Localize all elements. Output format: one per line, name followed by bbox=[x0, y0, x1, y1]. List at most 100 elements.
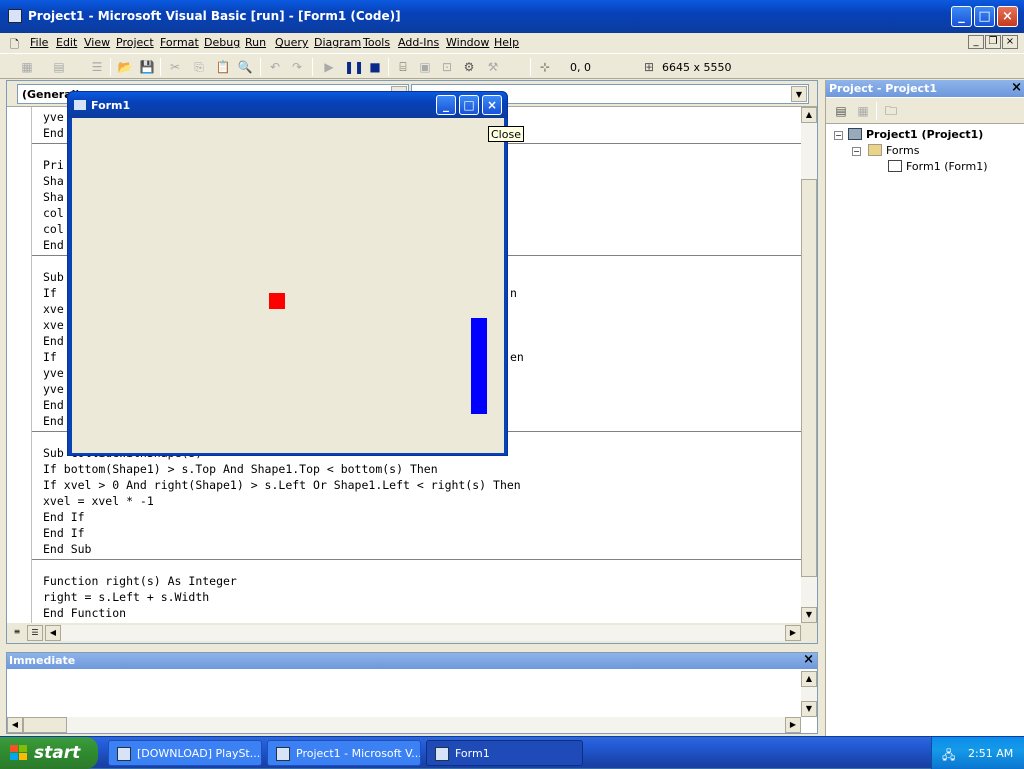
add-project-icon[interactable]: ▦ bbox=[18, 58, 36, 76]
redo-icon[interactable]: ↷ bbox=[288, 58, 306, 76]
menu-view[interactable]: View bbox=[84, 36, 110, 49]
taskbar-item-download[interactable]: [DOWNLOAD] PlaySt... bbox=[108, 740, 262, 766]
tree-item-project-label: Project1 (Project1) bbox=[866, 128, 984, 141]
network-icon[interactable]: 🖧 bbox=[942, 746, 958, 762]
immediate-vertical-scrollbar[interactable]: ▲ ▼ bbox=[801, 671, 817, 717]
scroll-thumb[interactable] bbox=[23, 717, 67, 733]
code-line: xvel = xvel * -1 bbox=[43, 494, 154, 508]
form1-title: Form1 bbox=[91, 99, 131, 112]
form1-client-area[interactable] bbox=[72, 118, 504, 453]
find-icon[interactable]: 🔍 bbox=[236, 58, 254, 76]
properties-icon[interactable]: ▣ bbox=[416, 58, 434, 76]
project-icon bbox=[848, 128, 862, 140]
view-object-icon[interactable]: ▦ bbox=[854, 102, 872, 120]
add-form-icon[interactable]: ▤ bbox=[50, 58, 68, 76]
toggle-folders-icon[interactable]: 🗀 bbox=[882, 102, 900, 120]
close-icon[interactable]: × bbox=[803, 652, 814, 667]
start-button[interactable]: start bbox=[0, 737, 98, 769]
tree-item-project[interactable]: Project1 (Project1) bbox=[848, 128, 983, 141]
scroll-down-button[interactable]: ▼ bbox=[801, 701, 817, 717]
code-line: Pri bbox=[43, 158, 64, 172]
procedure-view-icon[interactable]: ≡ bbox=[9, 625, 25, 641]
menu-file[interactable]: File bbox=[30, 36, 48, 49]
scroll-down-button[interactable]: ▼ bbox=[801, 607, 817, 623]
scroll-up-button[interactable]: ▲ bbox=[801, 671, 817, 687]
scroll-right-button[interactable]: ▶ bbox=[785, 625, 801, 641]
code-line: Function right(s) As Integer bbox=[43, 574, 237, 588]
toolbox-icon[interactable]: ⚒ bbox=[484, 58, 502, 76]
menu-tools[interactable]: Tools bbox=[363, 36, 390, 49]
menu-window[interactable]: Window bbox=[446, 36, 489, 49]
close-tooltip: Close bbox=[488, 126, 524, 142]
break-icon[interactable]: ❚❚ bbox=[344, 58, 364, 76]
minimize-button[interactable]: _ bbox=[436, 95, 456, 115]
menu-project[interactable]: Project bbox=[116, 36, 154, 49]
object-browser-icon[interactable]: ⚙ bbox=[460, 58, 478, 76]
code-horizontal-scrollbar[interactable]: ◀ ▶ bbox=[45, 625, 801, 641]
scroll-up-button[interactable]: ▲ bbox=[801, 107, 817, 123]
open-project-icon[interactable]: 📂 bbox=[116, 58, 134, 76]
code-line: xve bbox=[43, 318, 64, 332]
end-icon[interactable]: ■ bbox=[366, 58, 384, 76]
close-icon[interactable]: × bbox=[1011, 80, 1022, 95]
menu-diagram[interactable]: Diagram bbox=[314, 36, 361, 49]
minimize-button[interactable]: _ bbox=[951, 6, 972, 27]
full-module-view-icon[interactable]: ☰ bbox=[27, 625, 43, 641]
code-line: yve bbox=[43, 366, 64, 380]
project-explorer-icon[interactable]: ⌸ bbox=[394, 58, 412, 76]
code-line: Sha bbox=[43, 174, 64, 188]
copy-icon[interactable]: ⎘ bbox=[190, 58, 208, 76]
chevron-down-icon[interactable]: ▼ bbox=[791, 86, 807, 102]
scroll-thumb[interactable] bbox=[801, 179, 817, 577]
scroll-left-button[interactable]: ◀ bbox=[7, 717, 23, 733]
form-layout-icon[interactable]: ⊡ bbox=[438, 58, 456, 76]
project-explorer-title: Project - Project1 × bbox=[826, 80, 1024, 97]
immediate-horizontal-scrollbar[interactable]: ◀ ▶ bbox=[7, 717, 801, 733]
menu-edit[interactable]: Edit bbox=[56, 36, 77, 49]
menu-run[interactable]: Run bbox=[245, 36, 266, 49]
mdi-minimize-button[interactable]: _ bbox=[968, 35, 984, 49]
immediate-input[interactable] bbox=[7, 671, 801, 717]
menu-editor-icon[interactable]: ☰ bbox=[88, 58, 106, 76]
form-icon bbox=[435, 747, 449, 761]
code-line: xve bbox=[43, 302, 64, 316]
menu-debug[interactable]: Debug bbox=[204, 36, 240, 49]
immediate-title-text: Immediate bbox=[9, 654, 76, 667]
code-vertical-scrollbar[interactable]: ▲ ▼ bbox=[801, 107, 817, 623]
tree-item-form1[interactable]: Form1 (Form1) bbox=[888, 160, 988, 173]
code-line: yve bbox=[43, 110, 64, 124]
maximize-button[interactable]: □ bbox=[974, 6, 995, 27]
code-line: yve bbox=[43, 382, 64, 396]
vb-app-icon bbox=[276, 747, 290, 761]
form1-window[interactable]: Form1 _ □ × bbox=[67, 91, 508, 456]
mdi-restore-button[interactable]: ❐ bbox=[985, 35, 1001, 49]
form1-title-bar[interactable]: Form1 _ □ × bbox=[68, 92, 507, 118]
code-line: If xvel > 0 And right(Shape1) > s.Left O… bbox=[43, 478, 521, 492]
form-icon bbox=[888, 160, 902, 172]
menu-format[interactable]: Format bbox=[160, 36, 199, 49]
scroll-right-button[interactable]: ▶ bbox=[785, 717, 801, 733]
save-project-icon[interactable]: 💾 bbox=[138, 58, 156, 76]
view-code-icon[interactable]: ▤ bbox=[832, 102, 850, 120]
clock[interactable]: 2:51 AM bbox=[968, 747, 1013, 760]
close-button[interactable]: × bbox=[997, 6, 1018, 27]
cut-icon[interactable]: ✂ bbox=[166, 58, 184, 76]
code-line: End bbox=[43, 238, 64, 252]
mdi-close-button[interactable]: × bbox=[1002, 35, 1018, 49]
menu-help[interactable]: Help bbox=[494, 36, 519, 49]
collapse-icon[interactable]: − bbox=[852, 147, 861, 156]
taskbar-item-vb[interactable]: Project1 - Microsoft V... bbox=[267, 740, 421, 766]
maximize-button[interactable]: □ bbox=[459, 95, 479, 115]
close-button[interactable]: × bbox=[482, 95, 502, 115]
scroll-left-button[interactable]: ◀ bbox=[45, 625, 61, 641]
menu-add-ins[interactable]: Add-Ins bbox=[398, 36, 439, 49]
collapse-icon[interactable]: − bbox=[834, 131, 843, 140]
undo-icon[interactable]: ↶ bbox=[266, 58, 284, 76]
menu-query[interactable]: Query bbox=[275, 36, 308, 49]
tree-item-forms-folder[interactable]: Forms bbox=[868, 144, 919, 157]
start-icon[interactable]: ▶ bbox=[320, 58, 338, 76]
taskbar-item-form1[interactable]: Form1 bbox=[426, 740, 583, 766]
taskbar-item-label: Project1 - Microsoft V... bbox=[296, 747, 421, 760]
paste-icon[interactable]: 📋 bbox=[214, 58, 232, 76]
code-line: right = s.Left + s.Width bbox=[43, 590, 210, 604]
